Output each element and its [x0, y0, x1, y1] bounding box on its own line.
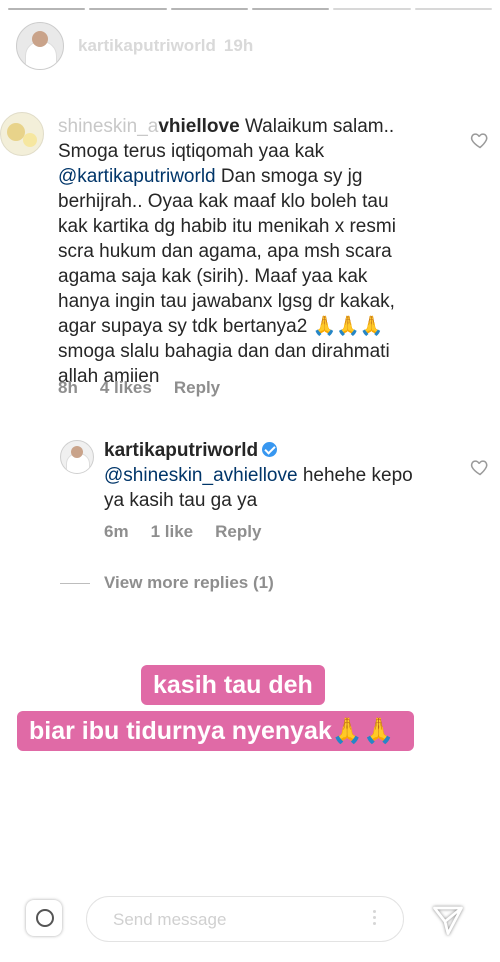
divider-line: [60, 582, 90, 584]
more-vertical-icon[interactable]: [373, 910, 377, 928]
story-reply-bar: [0, 888, 500, 948]
camera-icon[interactable]: [26, 900, 62, 936]
story-header: kartikaputriworld 19h: [16, 22, 253, 70]
comment-line: agar supaya sy tdk bertanya2 🙏🙏🙏: [58, 316, 384, 337]
heart-outline-icon[interactable]: [470, 457, 490, 477]
progress-segment: [333, 8, 411, 10]
comment-line: berhijrah.. Oyaa kak maaf klo boleh tau: [58, 191, 389, 212]
comment-line: hanya ingin tau jawabanx lgsg dr kakak,: [58, 291, 395, 312]
comment-meta: 8h 4 likes Reply: [58, 378, 220, 398]
story-progress-bar: [8, 8, 492, 10]
reply-line: hehehe kepo: [297, 465, 413, 486]
comment-line: kak kartika dg habib itu menikah x resmi: [58, 216, 396, 237]
reply-text: kartikaputriworld @shineskin_avhiellove …: [104, 438, 464, 513]
comment-text: shineskin_avhiellove Walaikum salam.. Sm…: [58, 114, 458, 389]
replier-username[interactable]: kartikaputriworld: [104, 440, 258, 461]
progress-segment: [414, 8, 492, 10]
reply-likes-link[interactable]: 1 like: [151, 522, 194, 542]
progress-segment: [89, 8, 167, 10]
sticker-text: biar ibu tidurnya nyenyak: [29, 717, 332, 745]
story-author-username[interactable]: kartikaputriworld: [78, 36, 216, 56]
comment-likes-link[interactable]: 4 likes: [100, 378, 152, 398]
praying-hands-icon: 🙏🙏: [331, 717, 395, 745]
reply-time: 6m: [104, 522, 129, 541]
reply-line: ya kasih tau ga ya: [104, 490, 258, 511]
view-more-replies-label[interactable]: View more replies (1): [104, 573, 274, 593]
comment-line: smoga slalu bahagia dan dan dirahmati: [58, 341, 390, 362]
commenter-avatar[interactable]: [0, 112, 44, 156]
story-text-sticker-2: biar ibu tidurnya nyenyak🙏🙏: [17, 711, 415, 751]
reply-mention-link[interactable]: @shineskin_avhiellove: [104, 465, 298, 486]
comment-line: scra hukum dan agama, apa msh scara: [58, 241, 392, 262]
progress-segment: [170, 8, 248, 10]
replier-avatar[interactable]: [60, 440, 94, 474]
reply-reply-button[interactable]: Reply: [215, 522, 261, 542]
view-more-replies[interactable]: View more replies (1): [60, 573, 274, 593]
comment-line: Walaikum salam..: [239, 116, 395, 137]
send-message-field[interactable]: [86, 896, 404, 942]
story-text-sticker-1: kasih tau deh: [141, 665, 325, 705]
send-direct-icon[interactable]: [430, 902, 466, 938]
comment-line: Smoga terus iqtiqomah yaa kak: [58, 141, 325, 162]
commenter-username-faded[interactable]: shineskin_a: [58, 116, 158, 137]
heart-outline-icon[interactable]: [470, 130, 490, 150]
progress-segment: [251, 8, 330, 10]
comment-time: 8h: [58, 378, 78, 397]
story-timestamp: 19h: [223, 36, 254, 55]
verified-badge-icon: [262, 442, 278, 457]
comment-line: agama saja kak (sirih). Maaf yaa kak: [58, 266, 368, 287]
comment-mention-link[interactable]: @kartikaputriworld: [58, 166, 216, 187]
comment-reply-button[interactable]: Reply: [174, 378, 220, 398]
send-message-input[interactable]: [111, 909, 355, 931]
story-author-avatar[interactable]: [16, 22, 64, 70]
sticker-text: kasih tau deh: [153, 671, 313, 699]
progress-segment: [8, 8, 86, 10]
comment-line: Dan smoga sy jg: [215, 166, 363, 187]
reply-meta: 6m 1 like Reply: [104, 522, 261, 542]
commenter-username[interactable]: vhiellove: [158, 116, 239, 137]
